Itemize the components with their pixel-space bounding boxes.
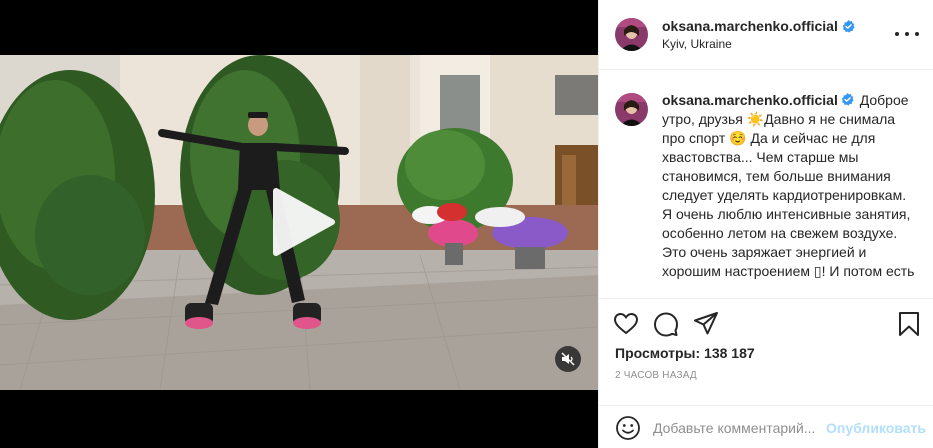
- caption-avatar[interactable]: [615, 93, 648, 126]
- post-header: oksana.marchenko.official Kyiv, Ukraine: [599, 0, 933, 70]
- verified-badge-icon: [842, 19, 855, 33]
- post-media: [0, 0, 598, 448]
- caption-text: oksana.marchenko.official Доброе утро, д…: [662, 91, 918, 297]
- caption-block: oksana.marchenko.official Доброе утро, д…: [599, 71, 933, 297]
- more-options-icon[interactable]: [895, 24, 919, 44]
- comment-icon[interactable]: [653, 311, 679, 337]
- views-count[interactable]: Просмотры: 138 187: [615, 345, 755, 361]
- play-icon: [273, 188, 335, 256]
- actions-section: Просмотры: 138 187 2 часов назад Опублик…: [599, 298, 933, 448]
- publish-button[interactable]: Опубликовать: [826, 420, 926, 436]
- heart-icon[interactable]: [613, 311, 639, 337]
- location-link[interactable]: Kyiv, Ukraine: [662, 37, 855, 51]
- username-label: oksana.marchenko.official: [662, 18, 838, 34]
- action-icons: [613, 311, 922, 339]
- username-link[interactable]: oksana.marchenko.official: [662, 18, 855, 34]
- post-timestamp[interactable]: 2 часов назад: [615, 370, 697, 381]
- caption-body: Доброе утро, друзья ☀️Давно я не снимала…: [662, 92, 915, 279]
- post-side-panel: oksana.marchenko.official Kyiv, Ukraine: [598, 0, 933, 448]
- caption-username[interactable]: oksana.marchenko.official: [662, 92, 856, 108]
- comment-input[interactable]: [653, 419, 823, 436]
- mute-toggle-button[interactable]: [555, 346, 581, 372]
- header-text: oksana.marchenko.official Kyiv, Ukraine: [662, 18, 855, 51]
- verified-badge-icon: [841, 93, 854, 106]
- emoji-icon[interactable]: [615, 415, 641, 441]
- bookmark-icon[interactable]: [896, 311, 922, 337]
- avatar[interactable]: [615, 18, 648, 51]
- share-icon[interactable]: [693, 311, 719, 337]
- play-button[interactable]: [268, 187, 338, 257]
- comment-form: Опубликовать: [599, 405, 933, 448]
- muted-speaker-icon: [561, 352, 575, 366]
